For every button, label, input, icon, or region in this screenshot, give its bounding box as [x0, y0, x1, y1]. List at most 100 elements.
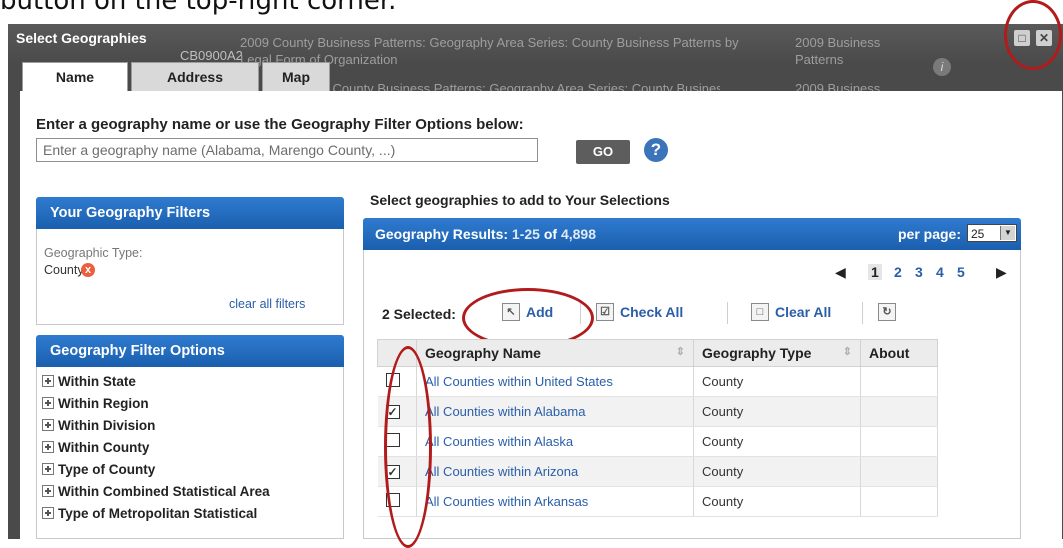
filter-options-title: Geography Filter Options [36, 335, 344, 367]
results-instruction: Select geographies to add to Your Select… [370, 192, 670, 208]
clear-all-filters-link[interactable]: clear all filters [229, 297, 305, 311]
filter-option-label: Within Combined Statistical Area [58, 484, 270, 499]
info-icon[interactable]: i [933, 58, 951, 76]
checkbox-column-header [377, 339, 417, 367]
tab-name[interactable]: Name [22, 62, 128, 93]
row-checkbox-cell [377, 486, 417, 517]
filter-option-within-county[interactable]: Within County [42, 440, 149, 460]
results-header: Geography Results: 1-25 of 4,898 per pag… [363, 218, 1021, 250]
page-1[interactable]: 1 [868, 264, 882, 280]
table-row: ✓ All Counties within Alabama County [377, 396, 938, 427]
help-icon[interactable]: ? [644, 138, 668, 162]
table-row: All Counties within Alaska County [377, 426, 938, 457]
geography-link[interactable]: All Counties within Alaska [425, 434, 573, 449]
about-cell [860, 366, 938, 397]
filter-type-label: Geographic Type: [44, 246, 143, 260]
chevron-down-icon[interactable]: ▼ [1000, 226, 1015, 240]
filter-option-label: Within State [58, 374, 136, 389]
filter-option-label: Type of Metropolitan Statistical [58, 506, 258, 521]
row-checkbox-cell: ✓ [377, 396, 417, 427]
page-3[interactable]: 3 [915, 264, 923, 280]
geography-type-cell: County [693, 366, 861, 397]
filter-option-combined-statistical-area[interactable]: Within Combined Statistical Area [42, 484, 270, 504]
remove-filter-icon[interactable]: x [81, 263, 95, 277]
about-cell [860, 486, 938, 517]
close-icon[interactable]: ✕ [1036, 30, 1052, 46]
row-checkbox[interactable] [385, 433, 400, 447]
background-code: CB0900A2 [180, 48, 243, 63]
about-cell [860, 426, 938, 457]
results-header-label: Geography Results: [375, 226, 509, 242]
row-checkbox[interactable] [385, 493, 400, 507]
tab-map[interactable]: Map [262, 62, 330, 91]
filter-option-within-region[interactable]: Within Region [42, 396, 149, 416]
table-row: All Counties within United States County [377, 366, 938, 397]
check-all-button[interactable]: ☑ Check All [596, 303, 684, 322]
expand-icon[interactable] [42, 507, 54, 519]
sort-icon[interactable]: ⇕ [843, 345, 852, 358]
page-5[interactable]: 5 [957, 264, 965, 280]
table-row: ✓ All Counties within Arizona County [377, 456, 938, 487]
page-2[interactable]: 2 [894, 264, 902, 280]
row-checkbox[interactable]: ✓ [385, 465, 400, 479]
geography-name-cell: All Counties within Alaska [416, 426, 694, 457]
filter-option-within-division[interactable]: Within Division [42, 418, 155, 438]
clear-all-label: Clear All [775, 304, 832, 320]
expand-icon[interactable] [42, 419, 54, 431]
checkbox-empty-icon: □ [751, 303, 769, 322]
geography-name-cell: All Counties within Alabama [416, 396, 694, 427]
clear-all-button[interactable]: □ Clear All [751, 303, 832, 322]
tab-address[interactable]: Address [131, 62, 259, 91]
refresh-icon: ↻ [878, 303, 896, 322]
toolbar-divider [727, 302, 728, 324]
instruction-caption: button on the top-right corner. [0, 0, 397, 16]
geography-name-cell: All Counties within Arkansas [416, 486, 694, 517]
sort-icon[interactable]: ⇕ [676, 345, 685, 358]
geography-link[interactable]: All Counties within Arizona [425, 464, 578, 479]
geography-name-cell: All Counties within Arizona [416, 456, 694, 487]
search-input[interactable] [36, 138, 538, 162]
refresh-button[interactable]: ↻ [878, 303, 902, 322]
background-row-dataset: 2009 Business Patterns [795, 35, 881, 67]
geography-name-cell: All Counties within United States [416, 366, 694, 397]
maximize-icon[interactable]: □ [1014, 30, 1030, 46]
filter-option-type-of-county[interactable]: Type of County [42, 462, 155, 482]
results-table: Geography Name ⇕ Geography Type ⇕ About Al… [377, 339, 938, 517]
per-page-label: per page: [897, 226, 961, 242]
expand-icon[interactable] [42, 375, 54, 387]
filters-box-title: Your Geography Filters [36, 197, 344, 229]
per-page-select[interactable]: 25 ▼ [967, 224, 1017, 242]
row-checkbox[interactable] [385, 373, 400, 387]
selected-count: 2 Selected: [382, 306, 456, 322]
geography-link[interactable]: All Counties within Arkansas [425, 494, 588, 509]
next-page-icon[interactable]: ▶ [996, 264, 1007, 281]
filter-option-label: Within County [58, 440, 150, 455]
row-checkbox[interactable]: ✓ [385, 405, 400, 419]
filter-option-metropolitan-statistical[interactable]: Type of Metropolitan Statistical [42, 506, 257, 526]
prev-page-icon[interactable]: ◀ [835, 264, 846, 281]
filter-option-label: Within Region [58, 396, 149, 411]
row-checkbox-cell [377, 426, 417, 457]
expand-icon[interactable] [42, 463, 54, 475]
geography-link[interactable]: All Counties within Alabama [425, 404, 585, 419]
checkbox-checked-icon: ☑ [596, 303, 614, 322]
column-geography-type[interactable]: Geography Type ⇕ [693, 339, 861, 367]
expand-icon[interactable] [42, 397, 54, 409]
go-button[interactable]: GO [576, 140, 630, 164]
geography-link[interactable]: All Counties within United States [425, 374, 613, 389]
toolbar-divider [580, 302, 581, 324]
check-all-label: Check All [620, 304, 684, 320]
add-button[interactable]: ↖ Add [502, 303, 553, 322]
column-label: Geography Name [425, 345, 541, 361]
results-of-label: of [543, 226, 558, 242]
per-page-value: 25 [971, 227, 985, 241]
page-4[interactable]: 4 [936, 264, 944, 280]
about-cell [860, 456, 938, 487]
search-prompt: Enter a geography name or use the Geogra… [36, 116, 524, 133]
expand-icon[interactable] [42, 485, 54, 497]
about-cell [860, 396, 938, 427]
table-row: All Counties within Arkansas County [377, 486, 938, 517]
expand-icon[interactable] [42, 441, 54, 453]
filter-option-within-state[interactable]: Within State [42, 374, 136, 394]
column-geography-name[interactable]: Geography Name ⇕ [416, 339, 694, 367]
